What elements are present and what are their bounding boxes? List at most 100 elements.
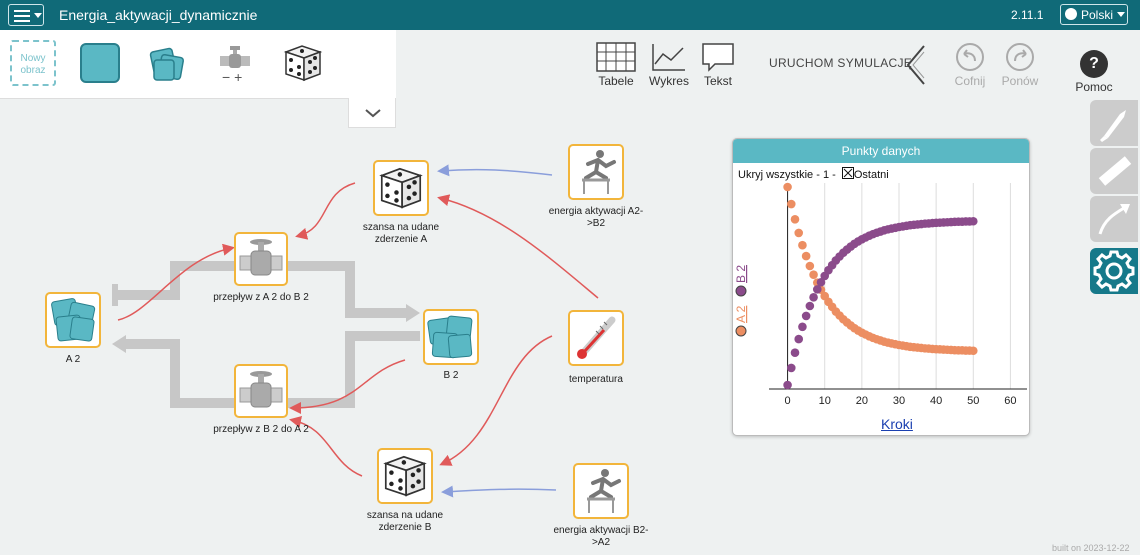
- data-point-a2: [794, 228, 804, 238]
- brush-icon: [1100, 110, 1126, 142]
- x-tick-label: 20: [856, 395, 868, 407]
- undo-label: Cofnij: [954, 74, 986, 88]
- data-point-b2: [809, 292, 818, 302]
- run-simulation-button[interactable]: [904, 44, 928, 86]
- data-point-b2: [968, 216, 978, 226]
- stock-tool-icon[interactable]: [80, 43, 120, 83]
- svg-text:− +: − +: [222, 69, 242, 85]
- data-point-b2: [805, 301, 815, 311]
- run-simulation-label: URUCHOM SYMULACJĘ: [769, 56, 913, 70]
- ruler-tool-button[interactable]: [1090, 148, 1138, 194]
- gear-icon: [1093, 250, 1135, 292]
- help-icon: ?: [1080, 50, 1108, 78]
- y-axis-legend: A 2 B 2: [734, 265, 748, 337]
- x-tick-label: 50: [967, 395, 979, 407]
- data-point-b2: [798, 322, 807, 332]
- x-tick-label: 30: [893, 395, 905, 407]
- graph-icon: [652, 44, 685, 71]
- variable-chance-b[interactable]: [377, 448, 433, 504]
- data-point-a2: [790, 214, 800, 224]
- model-title: Energia_aktywacji_dynamicznie: [59, 7, 258, 23]
- valve-flow-ab[interactable]: [234, 232, 288, 286]
- data-point-a2: [805, 261, 815, 271]
- thermometer-icon: [577, 316, 616, 359]
- stock-a2-label: A 2: [65, 354, 81, 365]
- help-label: Pomoc: [1075, 80, 1113, 94]
- curve-arrow-icon: [1098, 204, 1130, 235]
- x-axis-label[interactable]: Kroki: [881, 416, 913, 432]
- settings-tool-button[interactable]: [1090, 248, 1138, 294]
- valve-icon: [239, 239, 283, 276]
- data-point-a2: [786, 199, 796, 209]
- link-energy-ba-to-chance-b: [441, 485, 557, 498]
- main-toolbar: Tabele Wykres Tekst URUCHOM SYMULACJĘ Co…: [396, 30, 1140, 98]
- dice-tool-icon[interactable]: [280, 40, 326, 86]
- hurdle-icon: [582, 150, 616, 194]
- data-point-a2: [801, 251, 811, 261]
- redo-icon: [1006, 43, 1034, 71]
- undo-icon: [956, 43, 984, 71]
- variable-temperature-label: temperatura: [569, 374, 623, 385]
- x-tick-label: 10: [819, 395, 831, 407]
- stack-icon: [427, 315, 473, 359]
- data-point-b2: [801, 311, 811, 321]
- variable-energy-ab[interactable]: [568, 144, 624, 200]
- data-point-b2: [783, 380, 792, 390]
- stock-b2[interactable]: [423, 309, 479, 365]
- variable-chance-a[interactable]: [373, 160, 429, 216]
- ruler-icon: [1098, 156, 1132, 186]
- data-point-a2: [783, 182, 792, 192]
- variable-temperature[interactable]: [568, 310, 624, 366]
- stack-icon: [51, 298, 96, 342]
- data-points-chart[interactable]: Punkty danych Ukryj wszystkie - 1 - Osta…: [732, 138, 1030, 436]
- data-point-a2: [798, 240, 807, 250]
- variable-energy-ab-label: energia aktywacji A2->B2: [548, 206, 644, 229]
- x-tick-label: 40: [930, 395, 942, 407]
- data-point-a2: [968, 346, 978, 356]
- version-label: 2.11.1: [1011, 8, 1044, 22]
- chart-plot: 0 10 20 30 40 50 60 A 2 B 2: [734, 182, 1027, 407]
- speech-bubble-icon: [702, 43, 734, 72]
- redo-label: Ponów: [1001, 74, 1039, 88]
- redo-button[interactable]: Ponów: [998, 30, 1042, 98]
- legend-marker-b2: [735, 285, 747, 297]
- variable-chance-a-label: szansa na udane zderzenie A: [362, 222, 440, 245]
- language-label: Polski: [1081, 8, 1114, 22]
- graph-button[interactable]: Wykres: [646, 30, 692, 98]
- variable-energy-ba-label: energia aktywacji B2->A2: [553, 525, 649, 548]
- legend-marker-a2: [735, 325, 747, 337]
- valve-flow-ab-label: przepływ z A 2 do B 2: [213, 292, 309, 303]
- legend-label-a2: A 2: [734, 305, 748, 323]
- valve-tool-icon[interactable]: − +: [212, 40, 258, 86]
- build-info: built on 2023-12-22: [1052, 543, 1130, 553]
- chevron-down-icon: [1117, 12, 1125, 17]
- tables-button[interactable]: Tabele: [594, 30, 638, 98]
- language-select[interactable]: Polski: [1060, 4, 1128, 25]
- data-point-b2: [794, 334, 804, 344]
- text-button[interactable]: Tekst: [700, 30, 736, 98]
- hurdle-icon: [587, 469, 621, 513]
- x-tick-label: 0: [785, 395, 791, 407]
- style-tool-button[interactable]: [1090, 100, 1138, 146]
- help-button[interactable]: ? Pomoc: [1072, 30, 1116, 98]
- variable-energy-ba[interactable]: [573, 463, 629, 519]
- menu-button[interactable]: [8, 4, 44, 26]
- tables-label: Tabele: [598, 74, 634, 88]
- valve-flow-ba[interactable]: [234, 364, 288, 418]
- data-point-b2: [790, 348, 800, 358]
- dice-icon: [379, 167, 423, 209]
- link-energy-ab-to-chance-a: [437, 164, 553, 177]
- stack-tool-icon[interactable]: [144, 40, 190, 86]
- chevron-down-icon: [34, 13, 42, 18]
- undo-button[interactable]: Cofnij: [952, 30, 988, 98]
- connector-tool-button[interactable]: [1090, 196, 1138, 242]
- graph-label: Wykres: [649, 74, 689, 88]
- globe-icon: [1065, 8, 1077, 20]
- stock-b2-label: B 2: [443, 370, 459, 381]
- valve-flow-ba-label: przepływ z B 2 do A 2: [213, 424, 309, 435]
- legend-label-b2: B 2: [734, 265, 748, 283]
- new-image-button[interactable]: Nowy obraz: [10, 40, 56, 86]
- drawing-palette: Nowy obraz − +: [0, 30, 396, 99]
- title-bar: Energia_aktywacji_dynamicznie 2.11.1 Pol…: [0, 0, 1140, 30]
- stock-a2[interactable]: [45, 292, 101, 348]
